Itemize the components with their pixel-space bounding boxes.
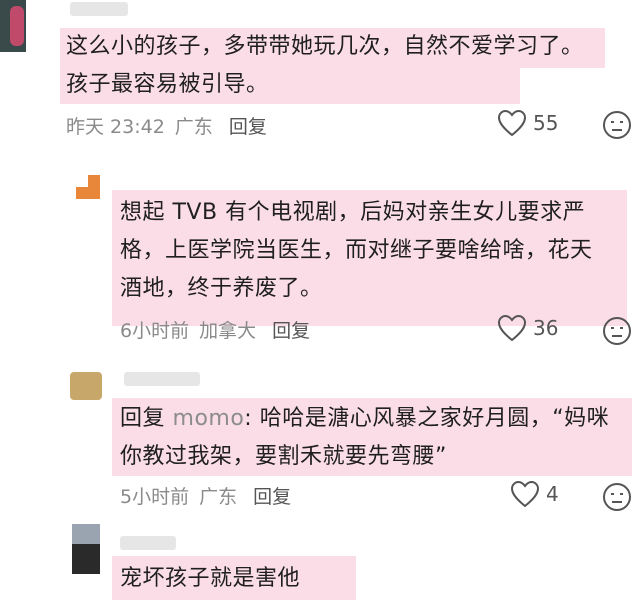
comment-meta: 5小时前 广东 回复 bbox=[120, 482, 301, 509]
comment-text: 这么小的孩子，多带带她玩几次，自然不爱学习了。 孩子最容易被引导。 bbox=[66, 34, 584, 97]
comment-1: 这么小的孩子，多带带她玩几次，自然不爱学习了。 孩子最容易被引导。 昨天 23:… bbox=[0, 0, 640, 160]
location: 加拿大 bbox=[199, 320, 257, 342]
username[interactable] bbox=[120, 536, 176, 550]
emoji-face-icon[interactable] bbox=[602, 482, 632, 512]
like-button[interactable]: 4 bbox=[510, 480, 559, 508]
like-button[interactable]: 36 bbox=[497, 314, 558, 342]
timestamp: 6小时前 bbox=[120, 320, 190, 342]
timestamp: 5小时前 bbox=[120, 486, 190, 508]
comment-text: 宠坏孩子就是害他 bbox=[120, 566, 301, 591]
like-count: 4 bbox=[546, 482, 559, 506]
reply-button[interactable]: 回复 bbox=[253, 486, 291, 508]
like-button[interactable]: 55 bbox=[497, 109, 558, 137]
comment-meta: 昨天 23:42 广东 回复 bbox=[66, 112, 277, 139]
mention-link[interactable]: momo bbox=[173, 406, 245, 431]
comment-3: 回复 momo: 哈哈是溏心风暴之家好月圆，“妈咪 你教过我架，要割禾就要先弯腰… bbox=[0, 362, 640, 522]
reply-button[interactable]: 回复 bbox=[229, 116, 267, 138]
comment-4: 宠坏孩子就是害他 bbox=[0, 522, 640, 614]
reply-button[interactable]: 回复 bbox=[272, 320, 310, 342]
comment-2: 想起 TVB 有个电视剧，后妈对亲生女儿要求严 格，上医学院当医生，而对继子要啥… bbox=[0, 170, 640, 350]
location: 广东 bbox=[174, 116, 213, 138]
like-count: 55 bbox=[533, 111, 559, 135]
username[interactable] bbox=[70, 2, 128, 16]
emoji-face-icon[interactable] bbox=[602, 316, 632, 346]
username[interactable] bbox=[124, 372, 200, 386]
avatar[interactable] bbox=[0, 0, 26, 52]
location: 广东 bbox=[199, 486, 238, 508]
avatar[interactable] bbox=[72, 524, 100, 574]
comment-text: 想起 TVB 有个电视剧，后妈对亲生女儿要求严 格，上医学院当医生，而对继子要啥… bbox=[120, 200, 593, 301]
avatar[interactable] bbox=[76, 175, 100, 199]
like-count: 36 bbox=[533, 316, 559, 340]
heart-icon bbox=[497, 314, 527, 342]
comment-text: 回复 momo: 哈哈是溏心风暴之家好月圆，“妈咪 你教过我架，要割禾就要先弯腰… bbox=[120, 400, 609, 476]
avatar[interactable] bbox=[70, 372, 102, 400]
comment-meta: 6小时前 加拿大 回复 bbox=[120, 316, 320, 343]
timestamp: 昨天 23:42 bbox=[66, 116, 165, 138]
heart-icon bbox=[497, 109, 527, 137]
heart-icon bbox=[510, 480, 540, 508]
emoji-face-icon[interactable] bbox=[602, 110, 632, 140]
reply-prefix: 回复 bbox=[120, 406, 166, 431]
